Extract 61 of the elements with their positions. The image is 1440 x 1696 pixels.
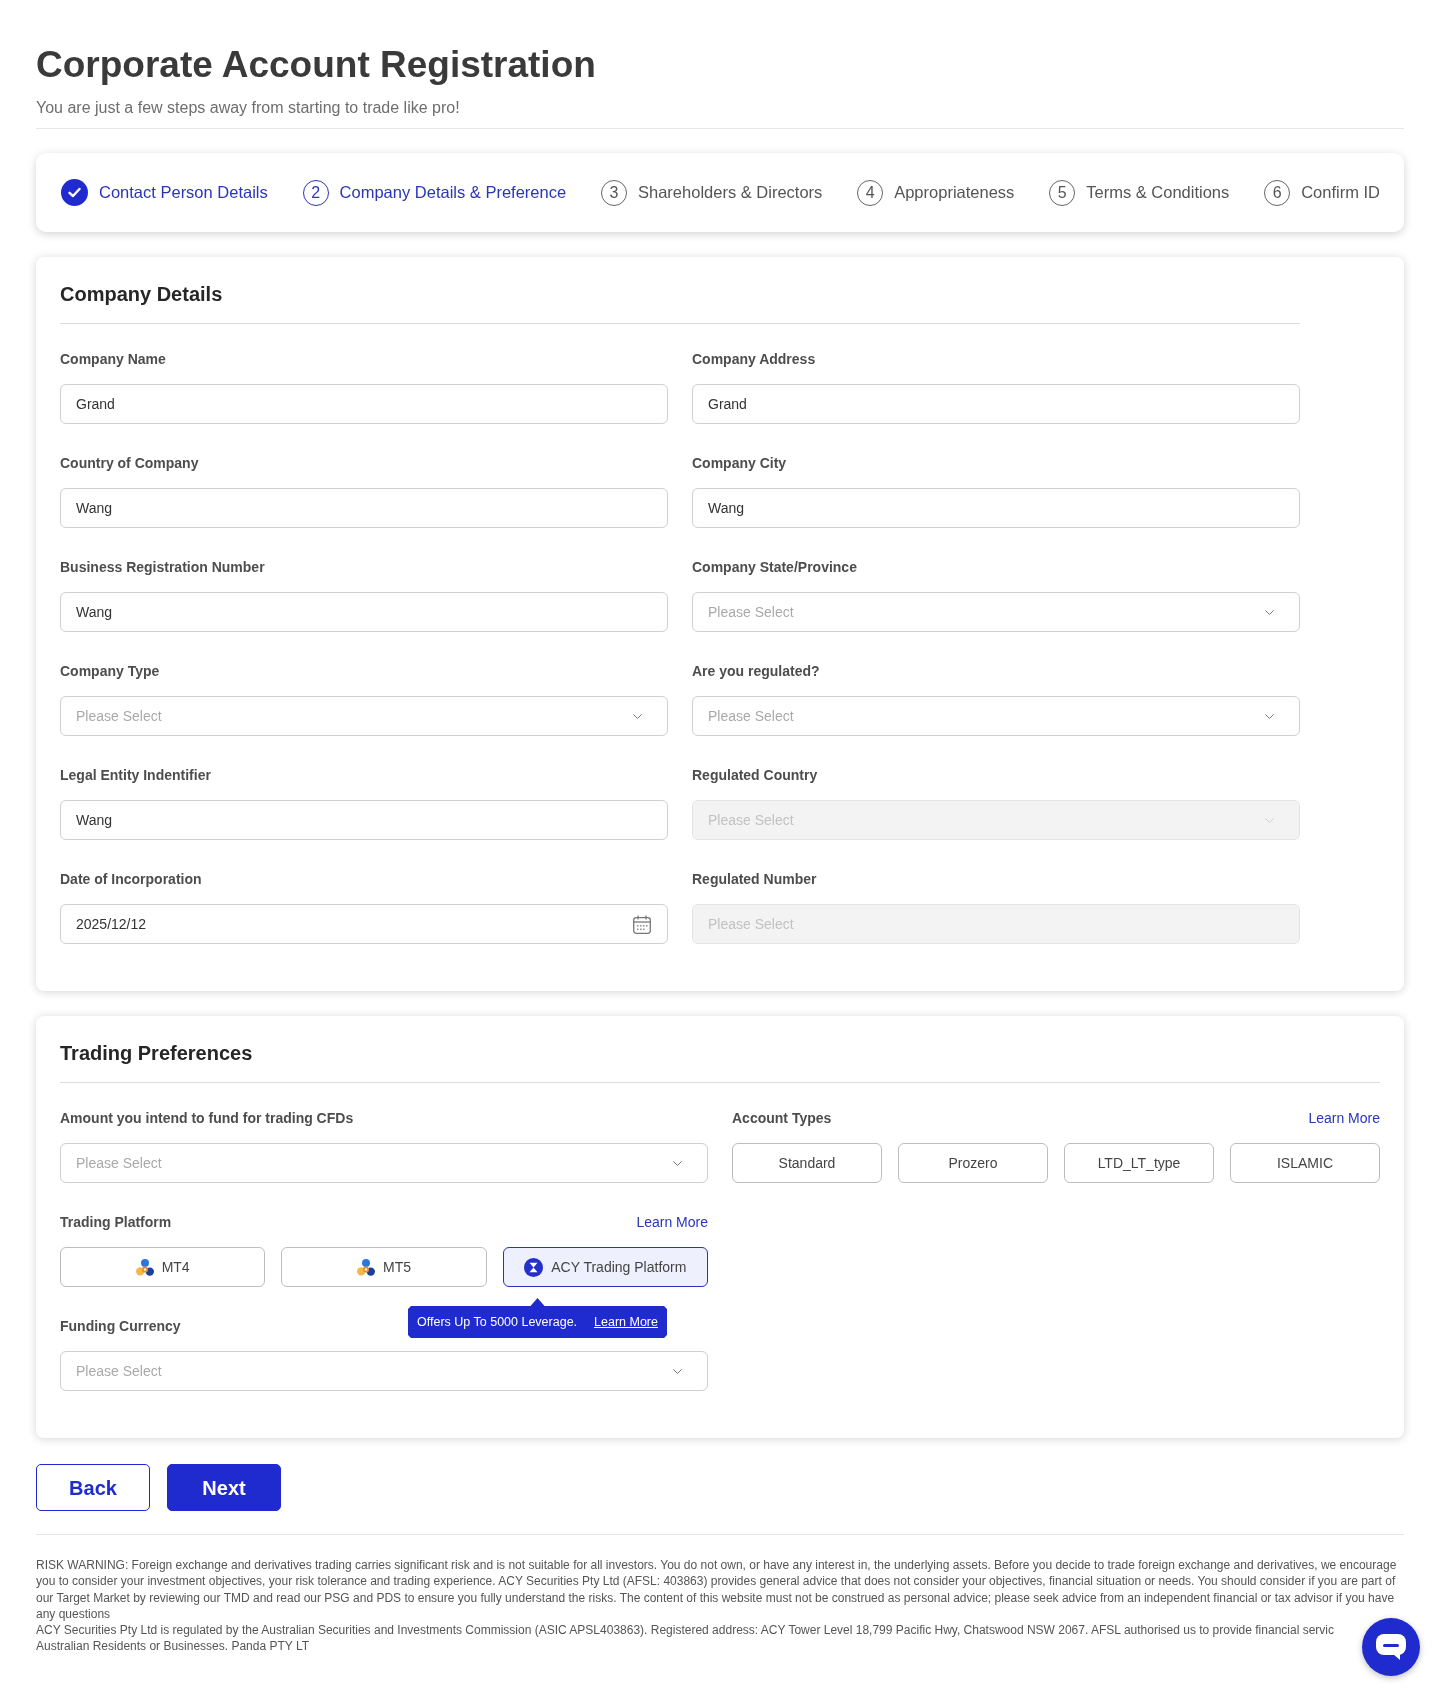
field-label: Funding Currency [60, 1317, 181, 1336]
field-label: Business Registration Number [60, 558, 265, 577]
step-label: Contact Person Details [99, 182, 268, 204]
text-field[interactable]: Grand [692, 384, 1300, 424]
step-label: Shareholders & Directors [638, 182, 823, 204]
chevron-down-icon [1265, 713, 1274, 719]
account-type-button[interactable]: Prozero [898, 1143, 1048, 1183]
field-label: Company Name [60, 350, 166, 369]
field-label: Company Address [692, 350, 816, 369]
platform-button[interactable]: MT4 [60, 1247, 266, 1287]
text-field[interactable]: Grand [60, 384, 668, 424]
step-label: Appropriateness [894, 182, 1015, 204]
page-title: Corporate Account Registration [36, 43, 596, 87]
learn-more-link[interactable]: Learn More [636, 1212, 708, 1232]
field-label: Amount you intend to fund for trading CFDs [60, 1109, 354, 1128]
account-type-button[interactable]: Standard [732, 1143, 882, 1183]
triangle-logo-icon [357, 1258, 375, 1276]
field-label: Company City [692, 454, 787, 473]
next-button[interactable]: Next [167, 1464, 281, 1511]
chevron-down-icon [673, 1368, 682, 1374]
calendar-icon [633, 915, 651, 934]
back-button[interactable]: Back [36, 1464, 150, 1511]
regulation-text: ACY Securities Pty Ltd is regulated by the Australian Securities and Investments Commission (ASIC APSL403863). Registered address: ACY Tower Level 18,799 Pacific Hwy, Chatswood NSW 2067. AFSL authorised us to provide financial servic [36, 1622, 1334, 1639]
platform-button[interactable]: MT5 [281, 1247, 487, 1287]
account-type-button[interactable]: ISLAMIC [1230, 1143, 1380, 1183]
field-label: Date of Incorporation [60, 870, 202, 889]
learn-more-link[interactable]: Learn More [1308, 1108, 1380, 1128]
text-field[interactable]: Wang [60, 592, 668, 632]
field-label: Account Types [732, 1109, 832, 1128]
step-label: Terms & Conditions [1086, 182, 1230, 204]
triangle-logo-icon [135, 1258, 154, 1276]
field-label: Regulated Number [692, 870, 817, 889]
field-label: Company Type [60, 662, 160, 681]
chat-icon [1376, 1634, 1406, 1660]
account-type-button[interactable]: LTD_LT_type [1064, 1143, 1214, 1183]
step-label: Confirm ID [1301, 182, 1380, 204]
section-title: Trading Preferences [60, 1041, 253, 1066]
learn-more-link[interactable]: Learn More [594, 1312, 658, 1332]
field-label: Legal Entity Indentifier [60, 766, 211, 785]
section-title: Company Details [60, 282, 223, 307]
chevron-down-icon [1265, 817, 1274, 823]
chat-button[interactable] [1362, 1618, 1420, 1676]
step-label: Company Details & Preference [339, 182, 567, 204]
hourglass-icon [524, 1257, 544, 1277]
text-field[interactable]: Wang [60, 800, 668, 840]
tooltip-text: Offers Up To 5000 Leverage. [417, 1313, 578, 1331]
chevron-down-icon [633, 713, 642, 719]
text-field[interactable]: Wang [692, 488, 1300, 528]
chevron-down-icon [673, 1160, 682, 1166]
date-field[interactable]: 2025/12/12 [60, 904, 668, 944]
platform-button[interactable]: ACY Trading Platform [502, 1247, 708, 1287]
field-label: Company State/Province [692, 558, 857, 577]
field-label: Are you regulated? [692, 662, 820, 681]
regulation-text: Australian Residents or Businesses. Panda PTY LT [36, 1638, 310, 1655]
page-subtitle: You are just a few steps away from starting to trade like pro! [36, 98, 460, 118]
field-label: Regulated Country [692, 766, 818, 785]
chevron-down-icon [1265, 609, 1274, 615]
field-label: Trading Platform [60, 1213, 172, 1232]
risk-warning-text: RISK WARNING: Foreign exchange and derivatives trading carries significant risk and is not suitable for all investors. You do not own, or have any interest in, the underlying assets. Before you decide to trade foreign exchange and derivatives, we encourage you to consider your investment objectives, your risk tolerance and trading experience. ACY Securities Pty Ltd (AFSL: 403863) provides general advice that does not consider your objectives, financial situation or needs. You should consider if you are part of our Target Market by reviewing our TMD and read our PSG and PDS to ensure you fully understand the risks. The content of this website must not be construed as personal advice; please seek advice from an independent financial or tax advisor if you have any questions [36, 1557, 1398, 1623]
text-field[interactable]: Wang [60, 488, 668, 528]
field-label: Country of Company [60, 454, 199, 473]
